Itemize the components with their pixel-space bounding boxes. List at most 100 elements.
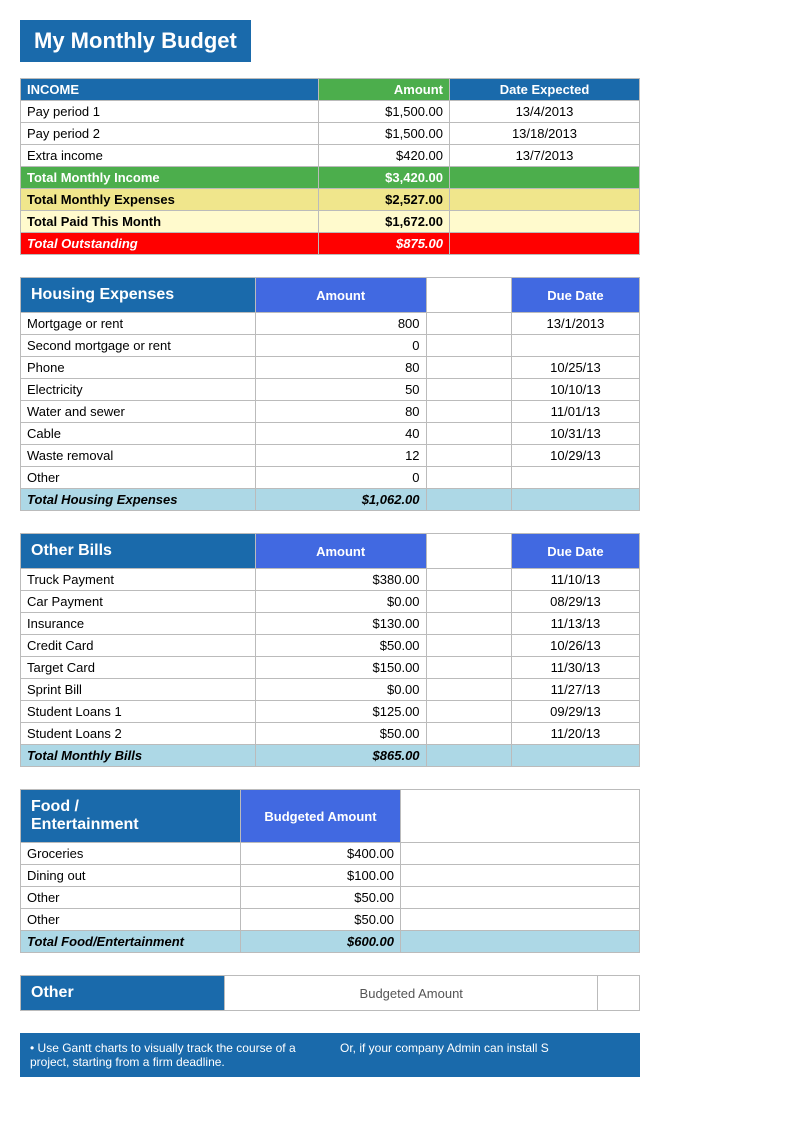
other-bills-amount-header: Amount <box>255 534 426 569</box>
banner-left: • Use Gantt charts to visually track the… <box>30 1041 320 1069</box>
total-bills-amount: $865.00 <box>255 745 426 767</box>
income-row-amount: $420.00 <box>318 145 449 167</box>
housing-row-amount: 80 <box>255 357 426 379</box>
other-bills-row-amount: $125.00 <box>255 701 426 723</box>
other-section-header-row: Other Budgeted Amount <box>21 976 640 1011</box>
income-row-date: 13/7/2013 <box>450 145 640 167</box>
income-row: Pay period 1 $1,500.00 13/4/2013 <box>21 101 640 123</box>
other-bills-row-amount: $50.00 <box>255 635 426 657</box>
total-paid-label: Total Paid This Month <box>21 211 319 233</box>
food-row-spacer <box>401 865 640 887</box>
housing-row-amount: 40 <box>255 423 426 445</box>
total-paid-blank <box>450 211 640 233</box>
other-bills-row-date: 11/10/13 <box>511 569 639 591</box>
other-bills-header-row: Other Bills Amount Due Date <box>21 534 640 569</box>
other-bills-row-label: Student Loans 2 <box>21 723 256 745</box>
other-bills-row-amount: $380.00 <box>255 569 426 591</box>
total-housing-row: Total Housing Expenses$1,062.00 <box>21 489 640 511</box>
income-row-amount: $1,500.00 <box>318 101 449 123</box>
housing-row-spacer <box>426 379 511 401</box>
other-bills-row-spacer <box>426 635 511 657</box>
housing-row-amount: 800 <box>255 313 426 335</box>
food-spacer <box>401 790 640 843</box>
other-bills-row-date: 11/13/13 <box>511 613 639 635</box>
total-food-row: Total Food/Entertainment$600.00 <box>21 931 640 953</box>
other-bills-row-date: 09/29/13 <box>511 701 639 723</box>
food-row: Other $50.00 <box>21 909 640 931</box>
housing-row-amount: 0 <box>255 467 426 489</box>
food-row-spacer <box>401 843 640 865</box>
housing-row: Mortgage or rent 800 13/1/2013 <box>21 313 640 335</box>
housing-row-amount: 80 <box>255 401 426 423</box>
housing-row-label: Water and sewer <box>21 401 256 423</box>
food-row-amount: $400.00 <box>241 843 401 865</box>
housing-row-spacer <box>426 401 511 423</box>
food-section: Food / Entertainment Budgeted Amount Gro… <box>20 789 640 953</box>
other-bills-row-label: Credit Card <box>21 635 256 657</box>
food-row: Other $50.00 <box>21 887 640 909</box>
total-expenses-row: Total Monthly Expenses$2,527.00 <box>21 189 640 211</box>
total-food-spacer <box>401 931 640 953</box>
housing-title: Housing Expenses <box>21 278 256 313</box>
income-label-header: INCOME <box>21 79 319 101</box>
food-row-amount: $50.00 <box>241 909 401 931</box>
food-row: Groceries $400.00 <box>21 843 640 865</box>
total-outstanding-blank <box>450 233 640 255</box>
other-bills-row-spacer <box>426 679 511 701</box>
housing-row-label: Phone <box>21 357 256 379</box>
other-bills-row-spacer <box>426 701 511 723</box>
other-bills-row-label: Insurance <box>21 613 256 635</box>
total-income-blank <box>450 167 640 189</box>
other-bills-row: Insurance $130.00 11/13/13 <box>21 613 640 635</box>
other-bills-row: Student Loans 1 $125.00 09/29/13 <box>21 701 640 723</box>
other-bills-row: Target Card $150.00 11/30/13 <box>21 657 640 679</box>
housing-row-spacer <box>426 313 511 335</box>
banner-right: Or, if your company Admin can install S <box>340 1041 630 1069</box>
total-food-amount: $600.00 <box>241 931 401 953</box>
housing-row-date <box>511 335 639 357</box>
food-row-spacer <box>401 909 640 931</box>
other-section-amount-header: Budgeted Amount <box>225 976 598 1011</box>
total-paid-row: Total Paid This Month$1,672.00 <box>21 211 640 233</box>
housing-row: Water and sewer 80 11/01/13 <box>21 401 640 423</box>
housing-row-spacer <box>426 335 511 357</box>
other-bills-row-amount: $0.00 <box>255 679 426 701</box>
other-bills-row-label: Target Card <box>21 657 256 679</box>
total-income-label: Total Monthly Income <box>21 167 319 189</box>
other-bills-row-spacer <box>426 723 511 745</box>
total-housing-spacer <box>426 489 511 511</box>
other-bills-table: Other Bills Amount Due Date Truck Paymen… <box>20 533 640 767</box>
housing-spacer <box>426 278 511 313</box>
housing-row-label: Cable <box>21 423 256 445</box>
total-paid-amount: $1,672.00 <box>318 211 449 233</box>
housing-row-amount: 50 <box>255 379 426 401</box>
food-amount-header: Budgeted Amount <box>241 790 401 843</box>
housing-table: Housing Expenses Amount Due Date Mortgag… <box>20 277 640 511</box>
housing-row-date: 10/10/13 <box>511 379 639 401</box>
total-outstanding-amount: $875.00 <box>318 233 449 255</box>
housing-row: Cable 40 10/31/13 <box>21 423 640 445</box>
total-housing-label: Total Housing Expenses <box>21 489 256 511</box>
income-amount-header: Amount <box>318 79 449 101</box>
other-bills-row-date: 08/29/13 <box>511 591 639 613</box>
total-housing-date <box>511 489 639 511</box>
income-row-date: 13/18/2013 <box>450 123 640 145</box>
total-outstanding-row: Total Outstanding$875.00 <box>21 233 640 255</box>
housing-row: Second mortgage or rent 0 <box>21 335 640 357</box>
housing-row: Electricity 50 10/10/13 <box>21 379 640 401</box>
other-bills-row-spacer <box>426 613 511 635</box>
other-bills-row-date: 11/27/13 <box>511 679 639 701</box>
total-monthly-income-row: Total Monthly Income$3,420.00 <box>21 167 640 189</box>
total-bills-row: Total Monthly Bills$865.00 <box>21 745 640 767</box>
other-bills-row-date: 11/20/13 <box>511 723 639 745</box>
income-section: INCOME Amount Date Expected Pay period 1… <box>20 78 640 255</box>
other-bills-row: Credit Card $50.00 10/26/13 <box>21 635 640 657</box>
food-row-label: Other <box>21 887 241 909</box>
other-bills-row-date: 10/26/13 <box>511 635 639 657</box>
other-bills-row-label: Car Payment <box>21 591 256 613</box>
other-table: Other Budgeted Amount <box>20 975 640 1011</box>
food-row-label: Other <box>21 909 241 931</box>
food-row-amount: $50.00 <box>241 887 401 909</box>
food-row-spacer <box>401 887 640 909</box>
other-bills-row: Truck Payment $380.00 11/10/13 <box>21 569 640 591</box>
